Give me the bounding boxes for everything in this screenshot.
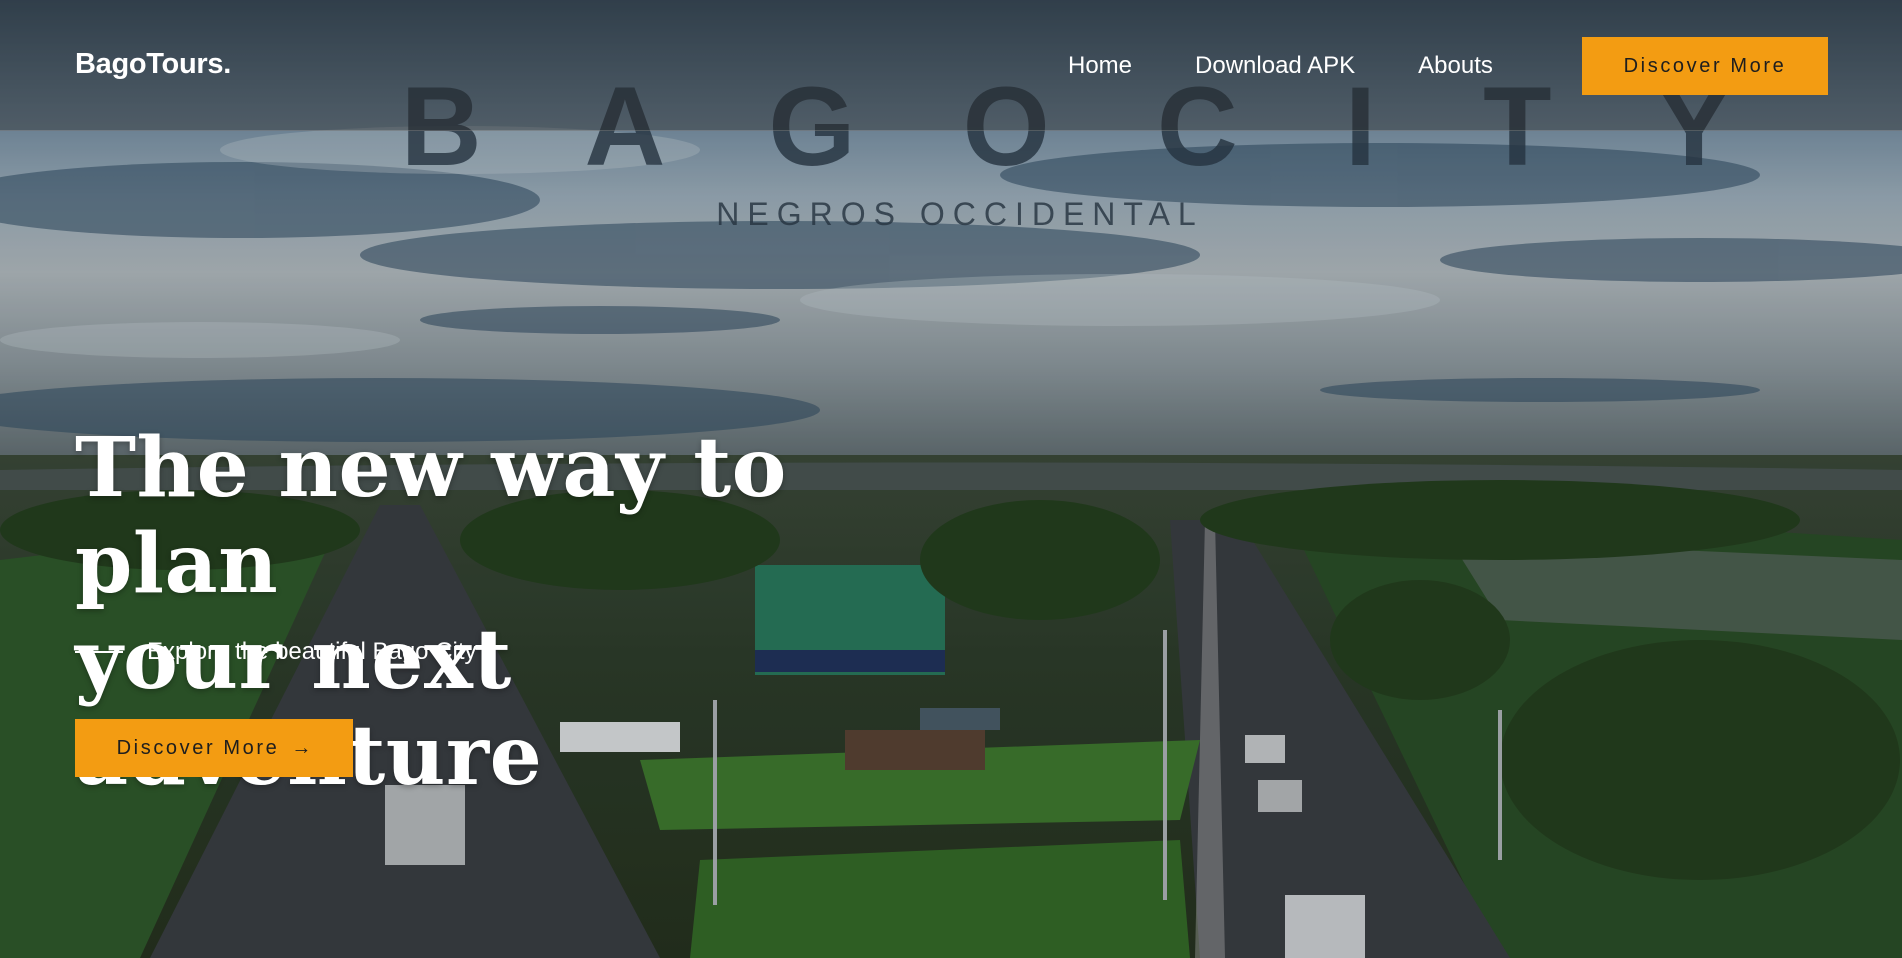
nav-link-abouts[interactable]: Abouts [1418,52,1493,80]
hero-section: B A G O C I T Y NEGROS OCCIDENTAL BagoTo… [0,0,1902,958]
hero-title-line-1: The new way to plan [75,420,787,612]
nav-link-download-apk[interactable]: Download APK [1195,52,1355,80]
brand-logo[interactable]: BagoTours. [75,48,231,81]
hero-cta-label: Discover More [116,736,280,759]
hero-subtitle: Explore the beautiful Bago City [147,638,477,665]
nav-discover-more-button[interactable]: Discover More [1582,37,1828,95]
nav-link-home[interactable]: Home [1068,52,1132,80]
hero-discover-more-button[interactable]: Discover More → [75,719,353,777]
navbar: BagoTours. Home Download APK Abouts Disc… [0,0,1902,131]
hero-subtitle-row: Explore the beautiful Bago City [75,638,477,666]
nav-links: Home Download APK Abouts [1068,52,1556,80]
subtitle-divider [75,651,123,653]
arrow-right-icon: → [291,736,312,759]
